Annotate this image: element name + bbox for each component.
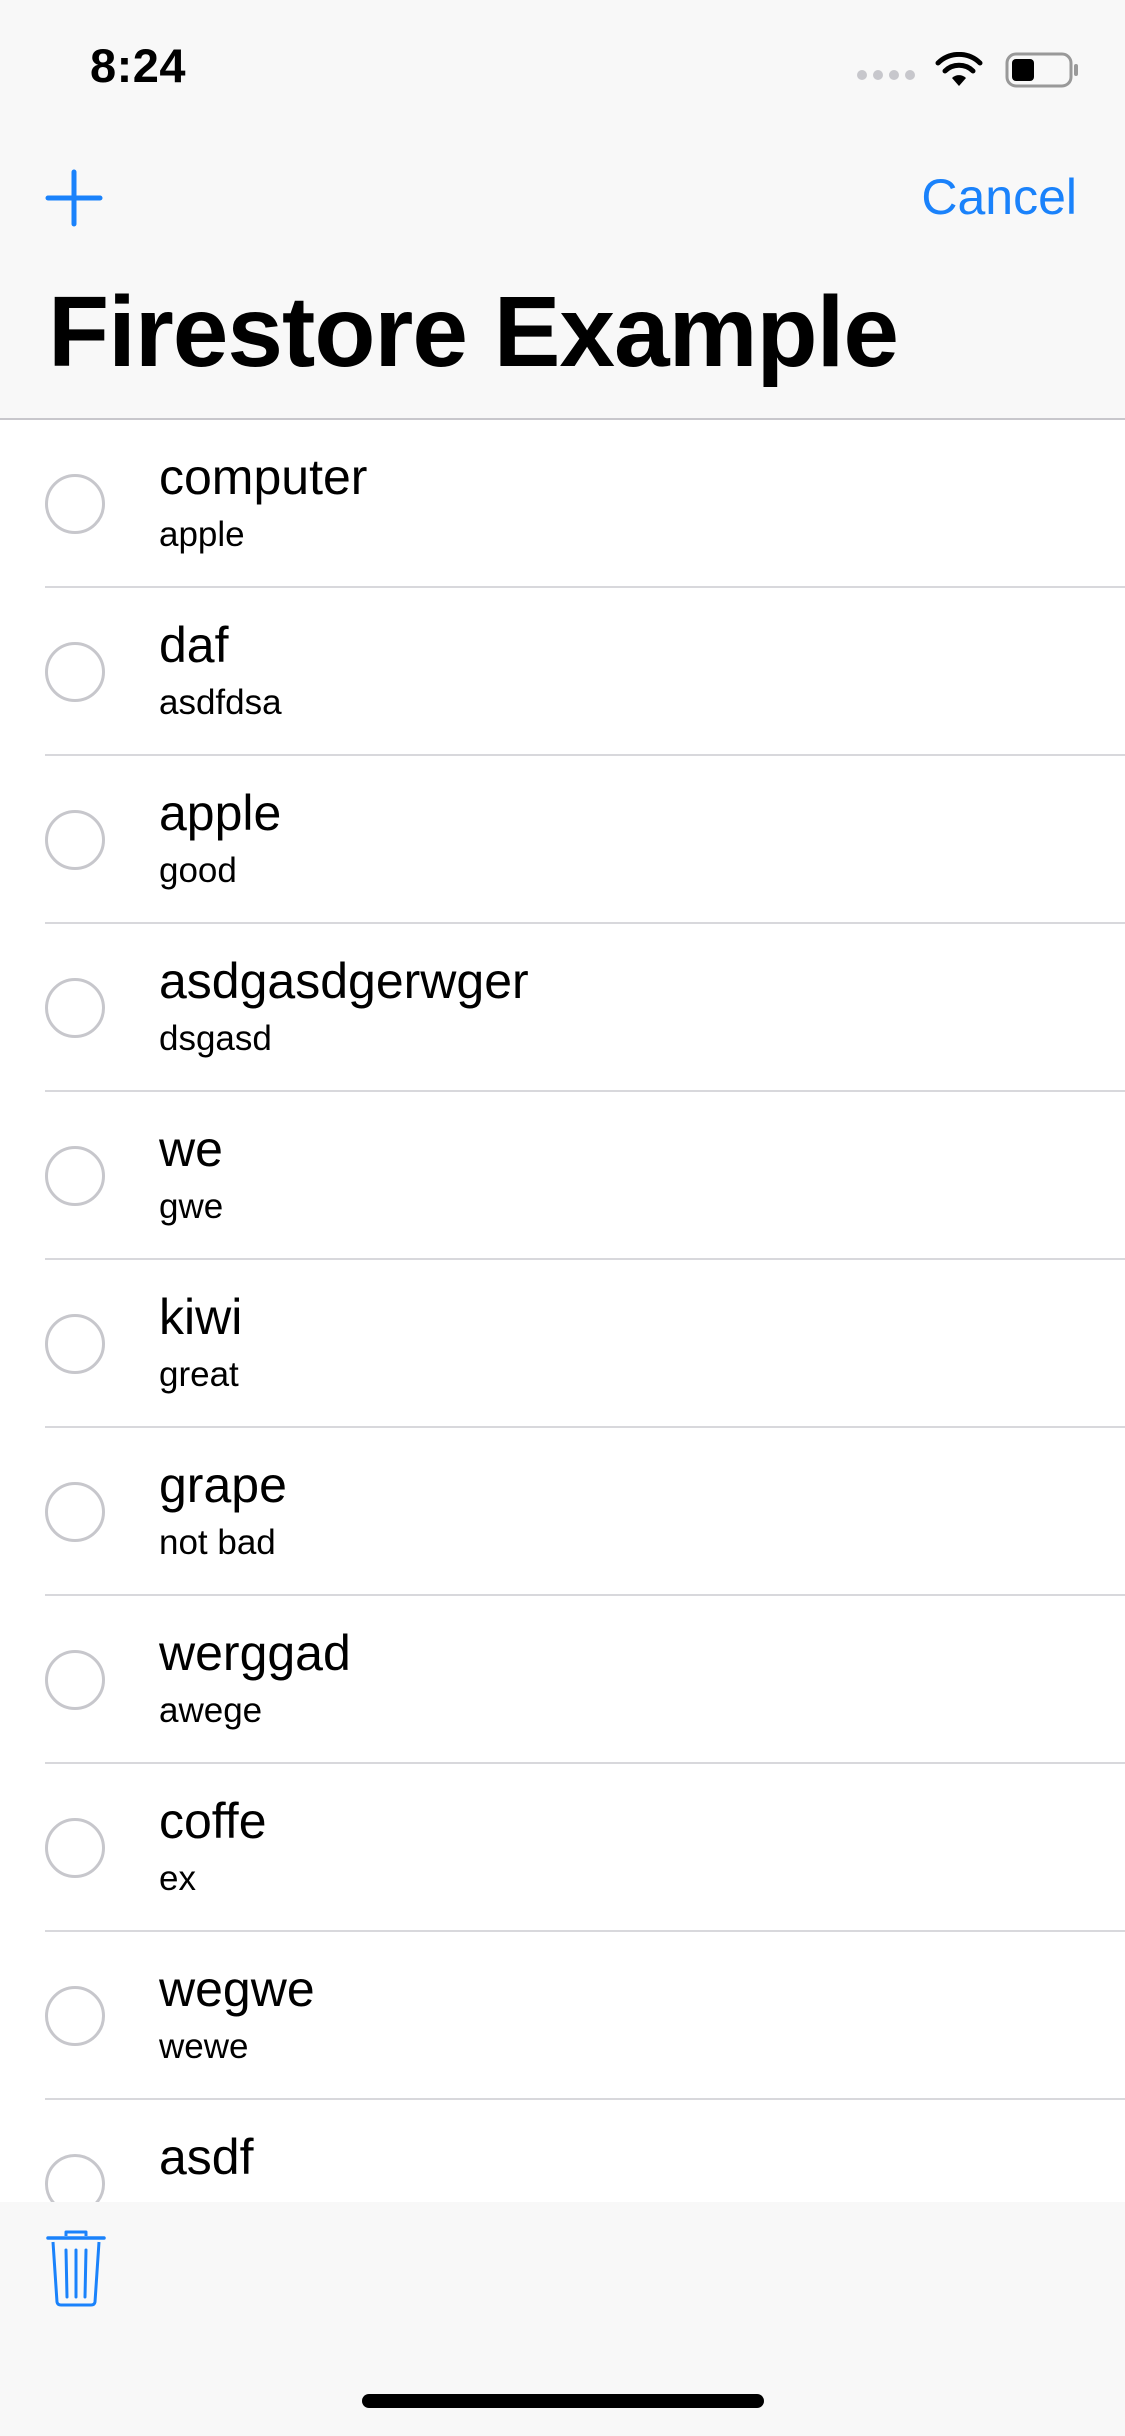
cellular-signal-icon — [857, 70, 915, 80]
trash-icon — [46, 2230, 106, 2307]
list-item-title: kiwi — [159, 1289, 243, 1345]
selection-circle[interactable] — [45, 1650, 105, 1710]
status-indicators — [857, 48, 1079, 92]
add-button[interactable] — [44, 168, 104, 228]
list-item-subtitle: awege — [159, 1691, 263, 1730]
list-item[interactable]: daf asdfdsa — [0, 588, 1125, 756]
selection-circle[interactable] — [45, 1482, 105, 1542]
selection-circle[interactable] — [45, 1986, 105, 2046]
selection-circle[interactable] — [45, 810, 105, 870]
selection-circle[interactable] — [45, 1314, 105, 1374]
wifi-icon — [935, 52, 983, 86]
list-item-title: grape — [159, 1457, 287, 1513]
list-item[interactable]: asdf — [0, 2100, 1125, 2202]
selection-circle[interactable] — [45, 642, 105, 702]
list-item[interactable]: grape not bad — [0, 1428, 1125, 1596]
list-item-title: werggad — [159, 1625, 351, 1681]
battery-icon — [1005, 52, 1078, 88]
list-item-subtitle: dsgasd — [159, 1019, 272, 1058]
list-item-title: asdf — [159, 2129, 254, 2185]
list-item-subtitle: ex — [159, 1859, 196, 1898]
selection-circle[interactable] — [45, 978, 105, 1038]
list-item[interactable]: werggad awege — [0, 1596, 1125, 1764]
list-item[interactable]: we gwe — [0, 1092, 1125, 1260]
list-item[interactable]: asdgasdgerwger dsgasd — [0, 924, 1125, 1092]
list-item-subtitle: apple — [159, 515, 245, 554]
list-item[interactable]: apple good — [0, 756, 1125, 924]
list-item[interactable]: coffe ex — [0, 1764, 1125, 1932]
item-list[interactable]: computer apple daf asdfdsa apple good asdgasdg… — [0, 420, 1125, 2202]
screen: 8:24 Cancel Firestore Example computer a… — [0, 0, 1125, 2436]
selection-circle[interactable] — [45, 1818, 105, 1878]
list-item-title: computer — [159, 449, 368, 505]
list-item-title: wegwe — [159, 1961, 315, 2017]
cancel-button[interactable]: Cancel — [921, 168, 1077, 226]
list-item-subtitle: great — [159, 1355, 239, 1394]
home-indicator[interactable] — [362, 2394, 764, 2408]
navigation-header: 8:24 Cancel Firestore Example — [0, 0, 1125, 420]
selection-circle[interactable] — [45, 474, 105, 534]
list-item-subtitle: good — [159, 851, 237, 890]
list-item[interactable]: kiwi great — [0, 1260, 1125, 1428]
page-title: Firestore Example — [48, 276, 899, 388]
list-item-title: daf — [159, 617, 229, 673]
list-item-title: apple — [159, 785, 282, 841]
selection-circle[interactable] — [45, 2154, 105, 2202]
list-item[interactable]: wegwe wewe — [0, 1932, 1125, 2100]
list-item-subtitle: gwe — [159, 1187, 224, 1226]
status-time: 8:24 — [90, 39, 187, 92]
list-item-subtitle: wewe — [159, 2027, 249, 2066]
list-item-subtitle: asdfdsa — [159, 683, 282, 722]
list-item-title: asdgasdgerwger — [159, 953, 529, 1009]
list-item-title: coffe — [159, 1793, 267, 1849]
selection-circle[interactable] — [45, 1146, 105, 1206]
trash-button[interactable] — [44, 2228, 108, 2308]
list-item-subtitle: not bad — [159, 1523, 276, 1562]
list-item-title: we — [159, 1121, 223, 1177]
list-item[interactable]: computer apple — [0, 420, 1125, 588]
plus-icon — [45, 169, 103, 227]
